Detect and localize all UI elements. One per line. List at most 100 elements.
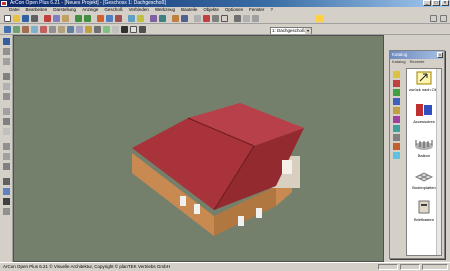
brush-icon[interactable] — [3, 188, 10, 195]
design-toolbar — [0, 24, 450, 57]
category-icon[interactable] — [393, 89, 400, 96]
main-toolbar: 1: Dachgeschoß ▾ — [0, 13, 450, 35]
flag-icon[interactable] — [203, 15, 210, 22]
render-icon[interactable] — [159, 15, 166, 22]
paste-icon[interactable] — [62, 15, 69, 22]
select-all-icon[interactable] — [130, 26, 137, 33]
pencil-icon[interactable] — [3, 198, 10, 205]
copy-tool-icon[interactable] — [3, 143, 10, 150]
help-icon[interactable] — [316, 15, 323, 22]
mirror-icon[interactable] — [3, 58, 10, 65]
tab-recente[interactable]: Recente — [408, 59, 427, 65]
arc-icon[interactable] — [3, 118, 10, 125]
category-icon[interactable] — [393, 116, 400, 123]
hide-icon[interactable] — [121, 26, 128, 33]
column-icon[interactable] — [67, 26, 74, 33]
category-icon[interactable] — [393, 98, 400, 105]
catalog-close-icon[interactable]: × — [437, 52, 443, 58]
grid-icon[interactable] — [194, 15, 201, 22]
close-icon[interactable]: × — [441, 0, 449, 6]
view-3d-icon[interactable] — [115, 15, 122, 22]
stairs-icon[interactable] — [49, 26, 56, 33]
cut-icon[interactable] — [44, 15, 51, 22]
close-doc-icon[interactable] — [440, 15, 447, 22]
print-icon[interactable] — [31, 15, 38, 22]
ceiling-icon[interactable] — [58, 26, 65, 33]
status-field — [400, 264, 420, 270]
light-icon[interactable] — [137, 15, 144, 22]
window-controls: _ □ × — [423, 0, 449, 6]
catalog-item-label: zurück nach Objekte — [409, 87, 442, 92]
measure-icon[interactable] — [212, 15, 219, 22]
eraser-icon[interactable] — [3, 208, 10, 215]
walk-icon[interactable] — [128, 15, 135, 22]
room-icon[interactable] — [76, 26, 83, 33]
line-icon[interactable] — [3, 73, 10, 80]
balcony-icon — [415, 140, 433, 150]
catalog-tabs: Katalog Recente — [390, 59, 444, 65]
floor-tiles-icon — [414, 172, 434, 182]
category-icon[interactable] — [393, 107, 400, 114]
mailbox-icon — [418, 200, 430, 214]
arrow-icon[interactable] — [4, 26, 11, 33]
redo-icon[interactable] — [84, 15, 91, 22]
texture-icon[interactable] — [181, 15, 188, 22]
trim-icon[interactable] — [3, 153, 10, 160]
undo-icon[interactable] — [75, 15, 82, 22]
rectangle-icon[interactable] — [3, 83, 10, 90]
view-2d-icon[interactable] — [106, 15, 113, 22]
catalog-item-briefkasten[interactable]: Briefkasten — [409, 199, 439, 222]
move-icon[interactable] — [139, 26, 146, 33]
catalog-item-accessoires[interactable]: Accessoires — [409, 103, 439, 124]
material-icon[interactable] — [172, 15, 179, 22]
door-icon[interactable] — [22, 26, 29, 33]
catalog-scrollbar[interactable] — [436, 69, 441, 255]
catalog-category-bar — [393, 71, 402, 161]
open-folder-icon[interactable] — [13, 15, 20, 22]
dimension-icon[interactable] — [85, 26, 92, 33]
catalog-item-back[interactable]: zurück nach Objekte — [409, 71, 442, 92]
circle-icon[interactable] — [3, 93, 10, 100]
select-tool-icon[interactable] — [3, 38, 10, 45]
house-door — [282, 160, 292, 174]
terrain-icon[interactable] — [103, 26, 110, 33]
3d-viewport[interactable] — [13, 35, 384, 262]
extend-icon[interactable] — [3, 163, 10, 170]
wall-icon[interactable] — [13, 26, 20, 33]
layer-icon[interactable] — [112, 26, 119, 33]
status-field — [378, 264, 398, 270]
restore-icon[interactable] — [430, 15, 437, 22]
settings-icon[interactable] — [221, 15, 228, 22]
folder-icon[interactable] — [393, 71, 400, 78]
hatch-icon[interactable] — [3, 128, 10, 135]
category-icon[interactable] — [393, 134, 400, 141]
pen-icon[interactable] — [234, 15, 241, 22]
maximize-icon[interactable]: □ — [432, 0, 440, 6]
app-icon[interactable] — [1, 1, 7, 6]
category-icon[interactable] — [393, 80, 400, 87]
camera-icon[interactable] — [150, 15, 157, 22]
zoom-icon[interactable] — [97, 15, 104, 22]
offset-icon[interactable] — [3, 178, 10, 185]
house-window — [194, 204, 200, 214]
new-file-icon[interactable] — [4, 15, 11, 22]
left-toolbar — [0, 35, 13, 262]
catalog-item-balkon[interactable]: Balkon — [409, 135, 439, 158]
text-tool-icon[interactable] — [94, 26, 101, 33]
save-icon[interactable] — [22, 15, 29, 22]
minimize-icon[interactable]: _ — [423, 0, 431, 6]
catalog-item-bodenplatten[interactable]: Bodenplatten — [409, 167, 439, 190]
category-icon[interactable] — [393, 125, 400, 132]
rotate-icon[interactable] — [3, 48, 10, 55]
check-icon[interactable] — [243, 15, 250, 22]
category-icon[interactable] — [393, 152, 400, 159]
copy-icon[interactable] — [53, 15, 60, 22]
tab-katalog[interactable]: Katalog — [390, 59, 408, 65]
category-icon[interactable] — [393, 143, 400, 150]
window-icon[interactable] — [31, 26, 38, 33]
polygon-icon[interactable] — [3, 108, 10, 115]
status-text: ArCon Open Plus 6.21 © Visuelle Architek… — [3, 264, 170, 269]
snap-icon[interactable] — [252, 15, 259, 22]
roof-icon[interactable] — [40, 26, 47, 33]
catalog-panel: Katalog × Katalog Recente zurück nach Ob… — [389, 50, 445, 259]
